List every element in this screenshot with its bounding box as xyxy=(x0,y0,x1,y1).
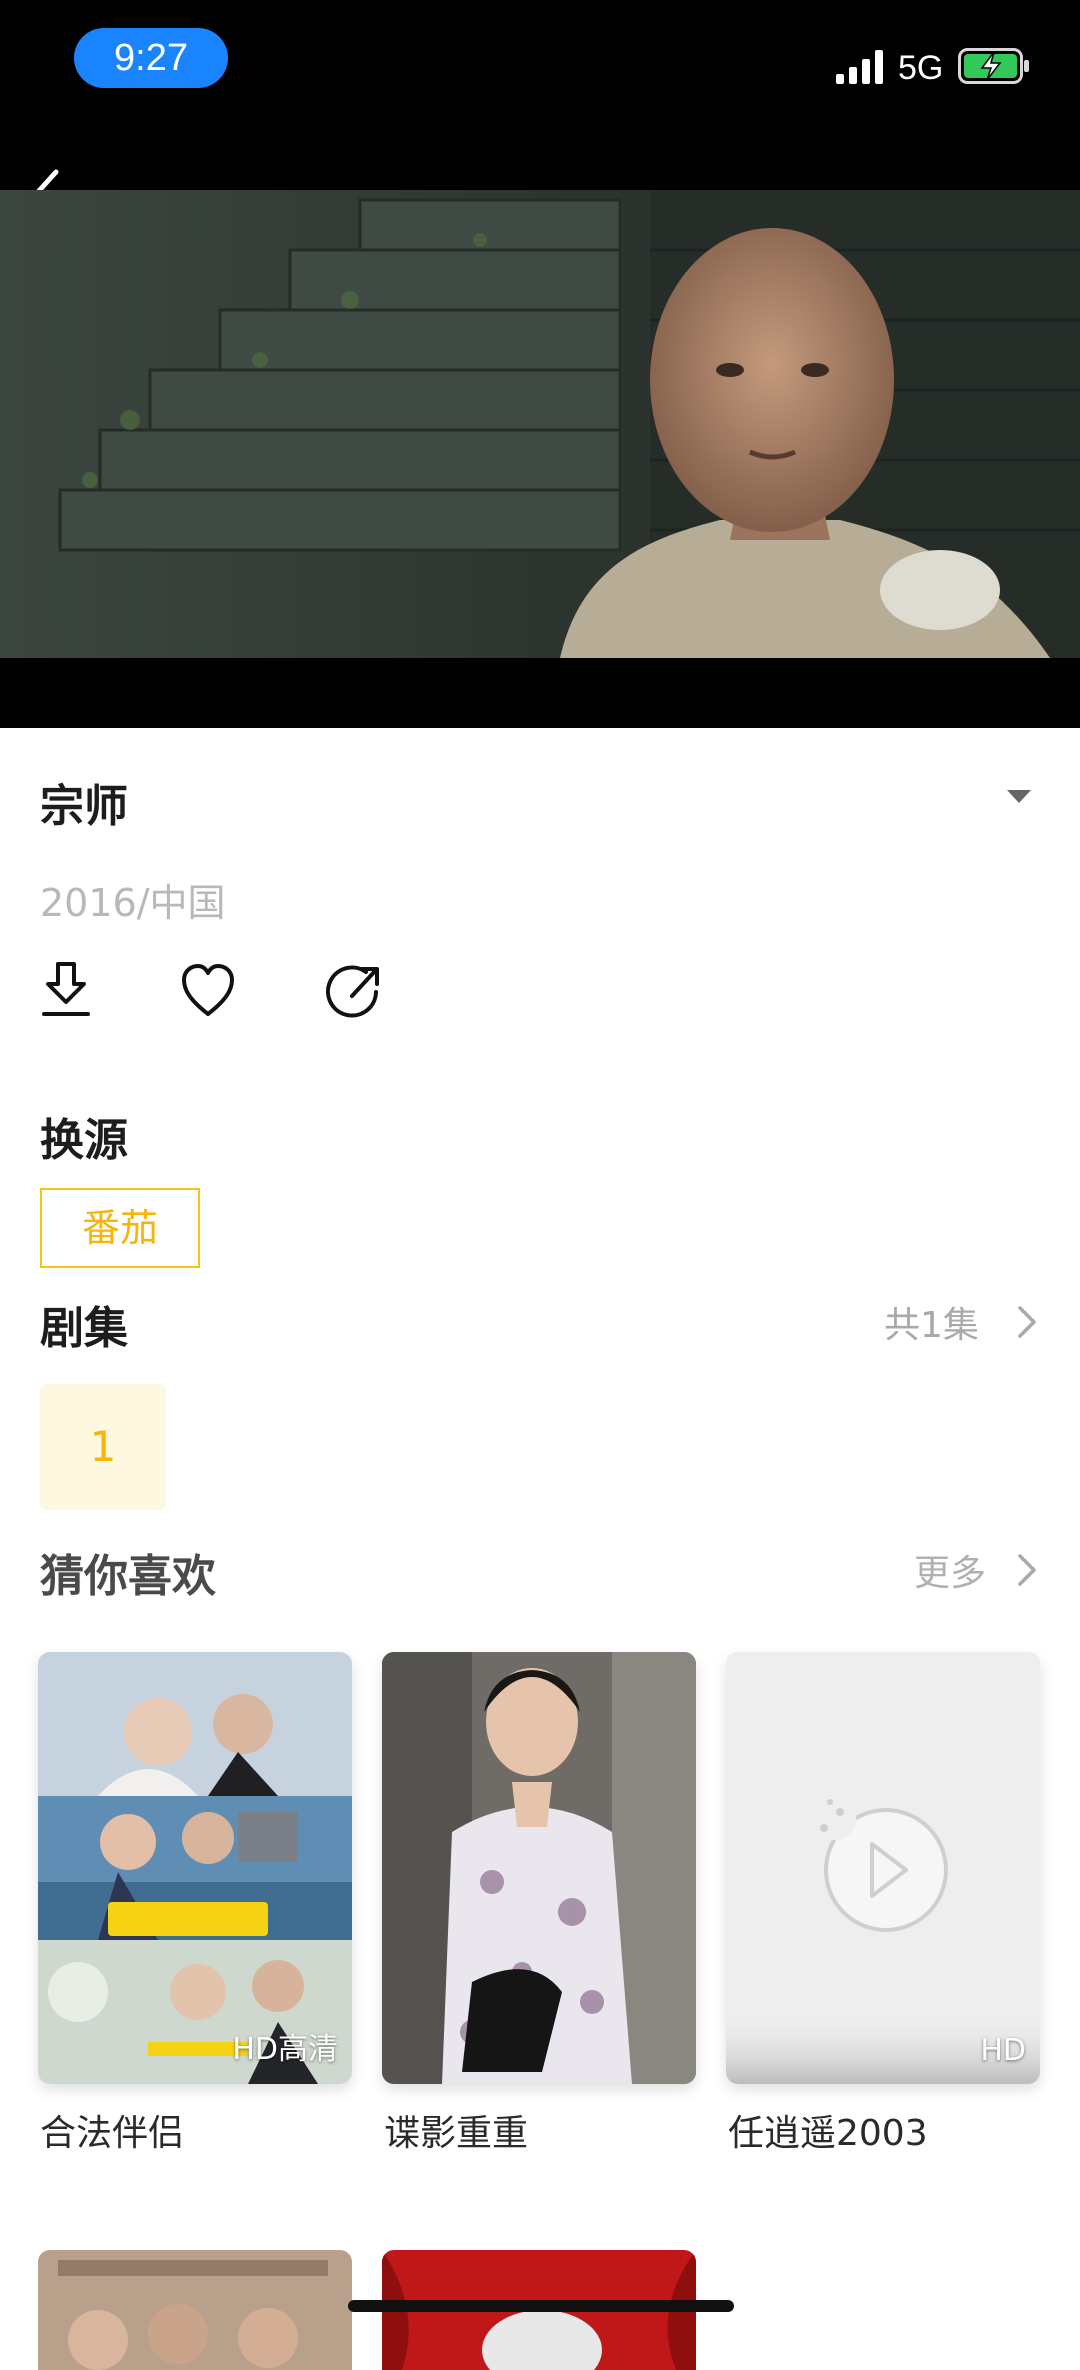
recommendation-title[interactable]: 任逍遥2003 xyxy=(728,2104,928,2156)
recommendation-title[interactable]: 合法伴侣 xyxy=(40,2104,184,2156)
episodes-section-title: 剧集 xyxy=(40,1303,128,1354)
more-link[interactable]: 更多 xyxy=(914,1544,986,1596)
source-option[interactable]: 番茄 xyxy=(40,1188,200,1268)
poster-image xyxy=(382,1652,696,2084)
video-frame[interactable] xyxy=(0,190,1080,658)
poster-image xyxy=(38,2250,352,2370)
recommendation-card[interactable]: HD高清 xyxy=(38,1652,352,2084)
status-time: 9:27 xyxy=(74,28,228,88)
heart-icon[interactable] xyxy=(180,962,236,1022)
episode-item[interactable]: 1 xyxy=(40,1384,166,1510)
recommendation-card[interactable] xyxy=(38,2250,352,2370)
recommendation-title[interactable]: 谍影重重 xyxy=(384,2104,528,2156)
quality-badge: HD xyxy=(980,2033,1026,2068)
poster-image xyxy=(38,1652,352,2084)
placeholder-play-icon xyxy=(726,1652,1040,2084)
video-title: 宗师 xyxy=(40,781,128,832)
recommendation-card[interactable] xyxy=(382,1652,696,2084)
episode-count[interactable]: 共1集 xyxy=(884,1296,979,1348)
battery-charging-icon xyxy=(958,48,1029,84)
chevron-right-icon[interactable] xyxy=(1016,1304,1038,1340)
caret-down-icon[interactable] xyxy=(1004,786,1034,806)
home-indicator[interactable] xyxy=(348,2300,734,2312)
recommendations-title: 猜你喜欢 xyxy=(40,1551,216,1602)
chevron-right-icon[interactable] xyxy=(1016,1552,1038,1588)
recommendation-card[interactable]: HD xyxy=(726,1652,1040,2084)
source-section-title: 换源 xyxy=(40,1115,128,1166)
video-meta: 2016/中国 xyxy=(40,881,226,925)
download-icon[interactable] xyxy=(38,960,94,1020)
share-icon[interactable] xyxy=(326,962,382,1022)
network-type: 5G xyxy=(898,49,944,87)
quality-badge: HD高清 xyxy=(232,2032,338,2067)
signal-icon xyxy=(836,50,883,84)
